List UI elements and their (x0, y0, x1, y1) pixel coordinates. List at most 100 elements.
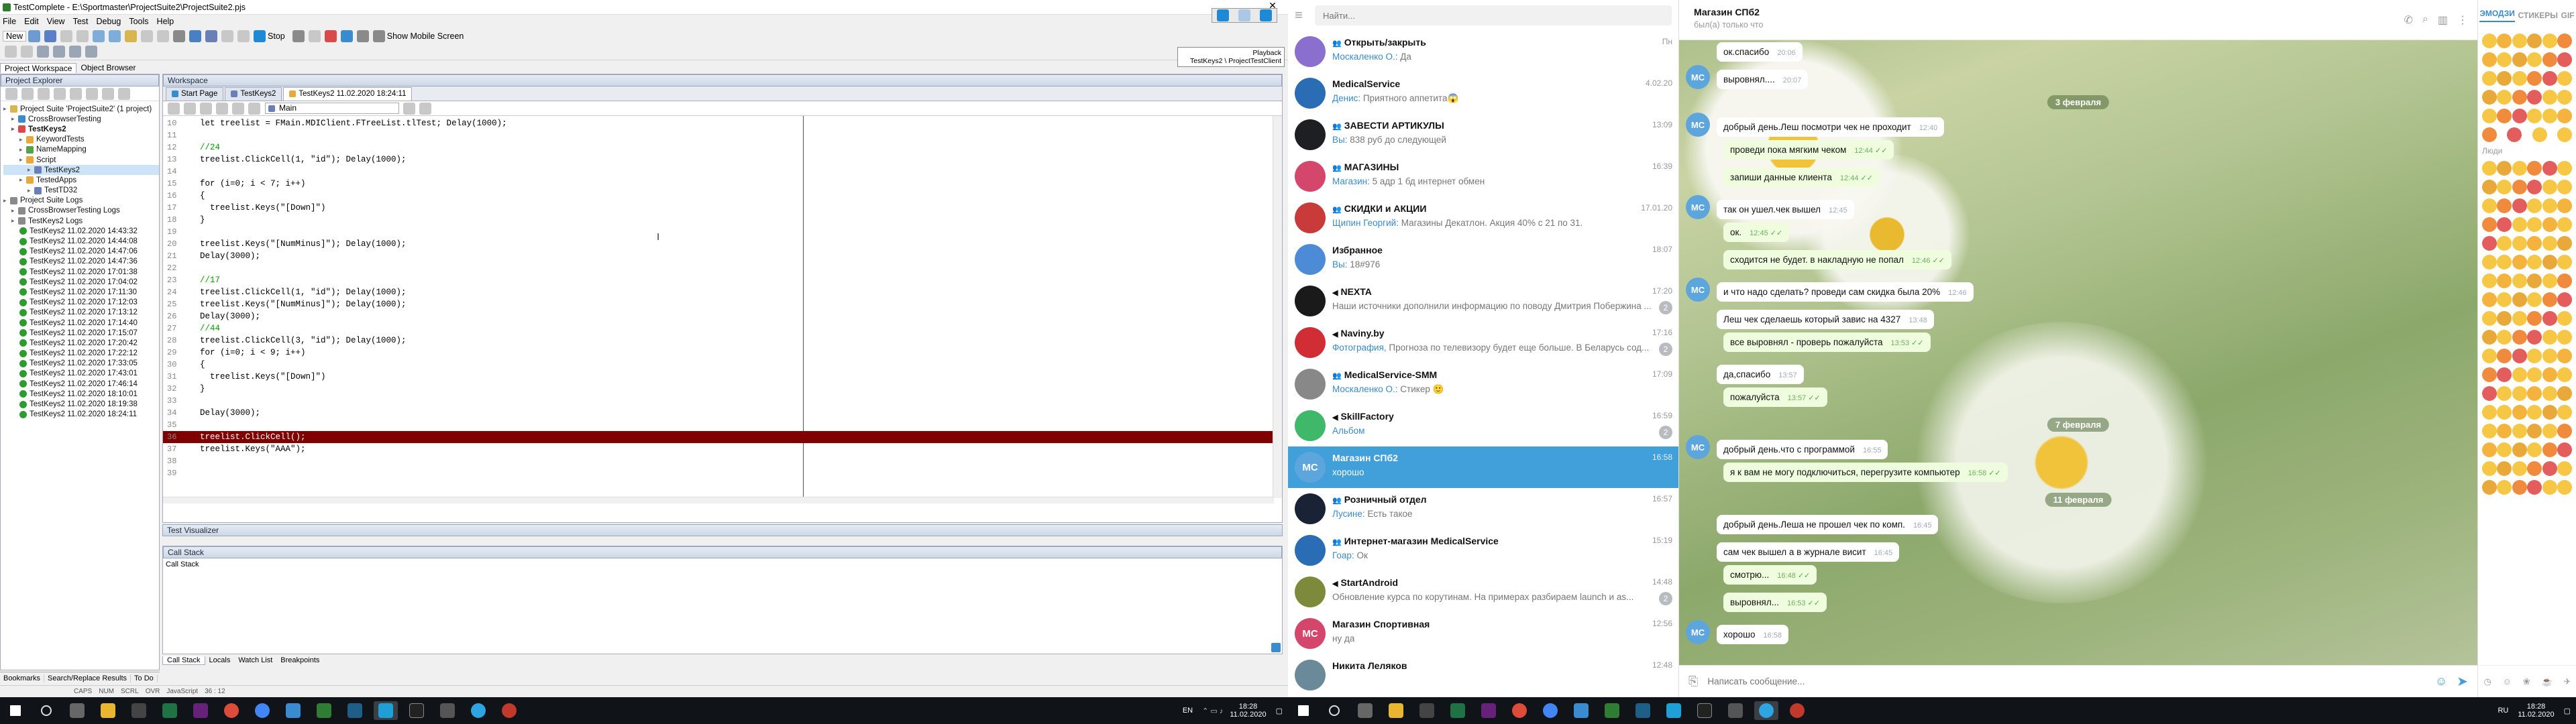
chat-list-item[interactable]: Избранное 18:07 Вы: 18#976 (1288, 239, 1678, 280)
emoji-icon[interactable] (2557, 34, 2572, 48)
start-icon[interactable] (3, 701, 28, 720)
chat-list-item[interactable]: 👥 MedicalService-SMM 17:09 Москаленко О.: С… (1288, 363, 1678, 405)
emoji-icon[interactable] (2542, 255, 2557, 269)
log-item[interactable]: TestKeys2 11.02.2020 14:44:08 (3, 236, 159, 246)
code-line[interactable]: 28 treelist.ClickCell(3, "id"); Delay(10… (163, 335, 1282, 347)
emoji-icon[interactable] (2527, 461, 2542, 476)
document-tab-2[interactable]: TestKeys2 11.02.2020 18:24:11 (283, 86, 413, 101)
recent-icon[interactable]: ◷ (2483, 676, 2491, 687)
chat-avatar[interactable] (1295, 410, 1326, 441)
code-line[interactable]: 16 { (163, 190, 1282, 202)
run-icon[interactable] (189, 30, 202, 42)
calculator-icon[interactable] (1415, 701, 1439, 720)
log-item[interactable]: TestKeys2 11.02.2020 17:11:30 (3, 287, 159, 297)
expand-icon[interactable]: ▸ (3, 197, 10, 204)
emoji-icon[interactable] (2557, 367, 2572, 382)
expand-icon[interactable]: ▸ (19, 136, 26, 143)
bottom-tab-1[interactable]: Locals (205, 656, 235, 664)
incoming-message[interactable]: MCЛеш чек сделаешь который завис на 4327… (1686, 305, 1934, 329)
emoji-icon[interactable] (2527, 90, 2542, 105)
chat-avatar[interactable] (1295, 202, 1326, 233)
outgoing-message[interactable]: все выровнял - проверь пожалуйста 13:53 ✓✓ (1723, 333, 1931, 352)
tab-0[interactable]: Project Workspace (0, 62, 77, 73)
expand-icon[interactable]: ▸ (11, 217, 18, 225)
incoming-message[interactable]: MCок.спасибо20:06 (1686, 40, 1803, 62)
emoji-icon[interactable] (2497, 386, 2512, 401)
bookmark-icon[interactable] (200, 102, 212, 115)
stop-icon[interactable] (1260, 9, 1272, 21)
emoji-icon[interactable] (2512, 161, 2527, 176)
emoji-icon[interactable] (2542, 386, 2557, 401)
explorer-tool-icon[interactable] (21, 87, 34, 100)
log-item[interactable]: TestKeys2 11.02.2020 17:01:38 (3, 267, 159, 277)
app-icon[interactable] (497, 701, 521, 720)
tree-node[interactable]: ▸ NameMapping (3, 145, 159, 155)
code-line[interactable]: 11 (163, 129, 1282, 141)
message-input[interactable] (1707, 676, 2435, 686)
chat-avatar[interactable] (1295, 493, 1326, 524)
emoji-icon[interactable] (2512, 461, 2527, 476)
menu-item-debug[interactable]: Debug (97, 17, 121, 26)
emoji-icon[interactable] (2557, 349, 2572, 363)
chrome-icon[interactable] (1538, 701, 1562, 720)
find-icon[interactable] (141, 30, 154, 42)
chat-list-item[interactable]: MC Магазин Спортивная 12:56 ну да (1288, 613, 1678, 654)
expand-icon[interactable]: ▸ (3, 105, 10, 113)
emoji-icon[interactable] (2557, 461, 2572, 476)
code-line[interactable]: 32 } (163, 383, 1282, 395)
search-input[interactable] (1315, 5, 1672, 25)
emoji-icon[interactable] (2542, 180, 2557, 194)
code-line[interactable]: 12 //24 (163, 141, 1282, 154)
emoji-icon[interactable] (2512, 71, 2527, 86)
emoji-icon[interactable] (2527, 349, 2542, 363)
emoji-icon[interactable] (2512, 52, 2527, 67)
emoji-icon[interactable] (2542, 424, 2557, 438)
testcomplete-icon[interactable] (1662, 701, 1686, 720)
emoji-icon[interactable] (2482, 198, 2497, 213)
incoming-message[interactable]: MC добрый день.что с программой 16:55 (1686, 435, 1888, 459)
smile-icon[interactable]: ☺ (2503, 676, 2512, 686)
visual-studio-icon[interactable] (1477, 701, 1501, 720)
code-line[interactable]: 33 (163, 395, 1282, 407)
emoji-icon[interactable] (2557, 386, 2572, 401)
emoji-icon[interactable] (2542, 367, 2557, 382)
menu-icon[interactable]: ≡ (1295, 8, 1315, 23)
chat-list-item[interactable]: 👥 Розничный отдел 16:57 Лусине: Есть такое (1288, 488, 1678, 530)
emoji-icon[interactable] (2497, 480, 2512, 495)
code-line[interactable]: 27 //44 (163, 322, 1282, 335)
log-item[interactable]: TestKeys2 11.02.2020 17:13:12 (3, 308, 159, 318)
emoji-icon[interactable] (2527, 198, 2542, 213)
emoji-icon[interactable] (2542, 217, 2557, 232)
back-icon[interactable] (5, 46, 17, 58)
more-icon[interactable]: ⋮ (2457, 13, 2468, 27)
code-line[interactable]: 23 //17 (163, 274, 1282, 286)
search-icon[interactable] (34, 701, 58, 720)
incoming-message[interactable]: MCсам чек вышел а в журнале висит16:45 (1686, 538, 1900, 562)
emoji-icon[interactable] (2482, 292, 2497, 307)
log-item[interactable]: TestKeys2 11.02.2020 17:22:12 (3, 349, 159, 359)
code-line[interactable]: 18 } (163, 214, 1282, 226)
bottom-tab-2[interactable]: To Do (131, 674, 158, 682)
emoji-icon[interactable] (2512, 424, 2527, 438)
search-icon[interactable]: ⌕ (2422, 13, 2428, 27)
chat-list-item[interactable]: Никита Леляков 12:48 (1288, 654, 1678, 696)
emoji-icon[interactable] (2512, 292, 2527, 307)
code-line[interactable]: 35 (163, 419, 1282, 431)
log-item[interactable]: TestKeys2 11.02.2020 17:46:14 (3, 379, 159, 389)
emoji-icon[interactable] (2512, 349, 2527, 363)
send-icon[interactable]: ➤ (2457, 673, 2468, 690)
emoji-icon[interactable] (2482, 349, 2497, 363)
log-item[interactable]: TestKeys2 11.02.2020 14:43:32 (3, 226, 159, 236)
emoji-icon[interactable] (2497, 217, 2512, 232)
app-icon[interactable] (435, 701, 460, 720)
emoji-icon[interactable] (2542, 480, 2557, 495)
emoji-icon[interactable] (2482, 442, 2497, 457)
incoming-message[interactable]: MCдобрый день.Леша не прошел чек по комп… (1686, 510, 1939, 534)
emoji-icon[interactable] (2497, 424, 2512, 438)
code-line[interactable]: 29 for (i=0; i < 9; i++) (163, 347, 1282, 359)
panel-corner-icon[interactable] (1271, 643, 1281, 652)
incoming-message[interactable]: MC и что надо сделать? проведи сам скидка… (1686, 278, 1974, 302)
emoji-icon[interactable] (2527, 330, 2542, 345)
emoji-icon[interactable] (2527, 442, 2542, 457)
emoji-icon[interactable] (2527, 424, 2542, 438)
